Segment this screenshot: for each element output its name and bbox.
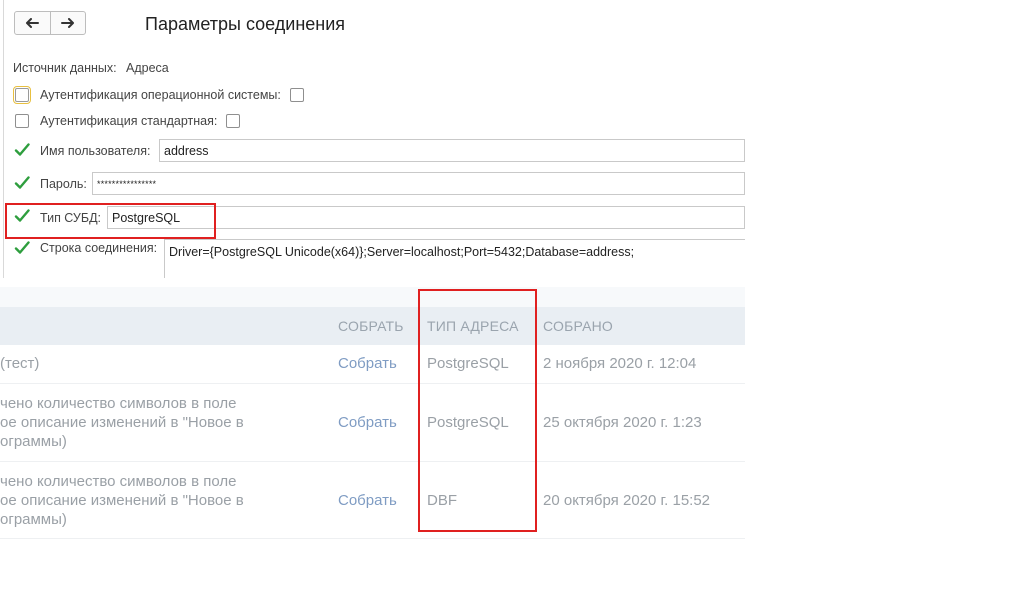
column-header-collected[interactable]: СОБРАНО xyxy=(543,318,613,334)
username-enable-checkbox[interactable] xyxy=(14,142,30,158)
collect-link[interactable]: Собрать xyxy=(338,491,397,510)
data-source-label: Источник данных: xyxy=(13,61,117,75)
dialog-title: Параметры соединения xyxy=(145,14,346,34)
description-line: (тест) xyxy=(0,355,40,372)
connection-string-input[interactable]: Driver={PostgreSQL Unicode(x64)};Server=… xyxy=(164,239,745,278)
connection-string-enable-checkbox[interactable] xyxy=(14,240,30,256)
connection-parameters-dialog: Параметры соединения Источник данных: Ад… xyxy=(0,0,745,278)
table-panel-top xyxy=(0,287,745,307)
password-enable-checkbox[interactable] xyxy=(14,175,30,191)
arrow-left-icon xyxy=(25,18,40,28)
back-button[interactable] xyxy=(15,12,50,34)
os-auth-checkbox[interactable] xyxy=(290,88,304,102)
password-label: Пароль: xyxy=(40,177,87,191)
description-line: ограммы) xyxy=(0,433,67,450)
description-line: чено количество символов в поле xyxy=(0,473,237,490)
std-auth-checkbox[interactable] xyxy=(226,114,240,128)
os-auth-enable-checkbox[interactable] xyxy=(13,86,31,104)
collect-link[interactable]: Собрать xyxy=(338,354,397,373)
address-type-column-highlight xyxy=(418,289,537,532)
description-line: ограммы) xyxy=(0,511,67,528)
column-header-collect[interactable]: СОБРАТЬ xyxy=(338,318,404,334)
std-auth-label: Аутентификация стандартная: xyxy=(40,114,218,128)
left-border xyxy=(3,0,4,278)
row-divider xyxy=(0,383,745,384)
username-input[interactable]: address xyxy=(159,139,745,162)
forward-button[interactable] xyxy=(49,12,86,34)
table-row-2-description: чено количество символов в поле ое описа… xyxy=(0,394,244,451)
navigation-buttons xyxy=(14,11,86,35)
os-auth-label: Аутентификация операционной системы: xyxy=(40,88,281,102)
table-row-3-description: чено количество символов в поле ое описа… xyxy=(0,472,244,529)
data-source-value: Адреса xyxy=(126,61,169,75)
row-divider xyxy=(0,461,745,462)
row-divider xyxy=(0,538,745,539)
std-auth-enable-checkbox[interactable] xyxy=(15,114,29,128)
table-row-1-description: (тест) xyxy=(0,354,39,373)
connection-string-label: Строка соединения: xyxy=(40,241,158,255)
username-label: Имя пользователя: xyxy=(40,144,151,158)
description-line: ое описание изменений в "Новое в xyxy=(0,492,244,509)
dbms-type-highlight xyxy=(5,203,216,239)
collected-date-cell: 2 ноября 2020 г. 12:04 xyxy=(543,355,697,372)
checkmark-icon xyxy=(14,142,30,158)
collected-date-cell: 20 октября 2020 г. 15:52 xyxy=(543,492,711,509)
collect-link[interactable]: Собрать xyxy=(338,413,397,432)
arrow-right-icon xyxy=(60,18,75,28)
password-input[interactable]: **************** xyxy=(92,172,745,195)
checkmark-icon xyxy=(14,175,30,191)
checkmark-icon xyxy=(14,240,30,256)
collected-date-cell: 25 октября 2020 г. 1:23 xyxy=(543,414,702,431)
description-line: ое описание изменений в "Новое в xyxy=(0,414,244,431)
description-line: чено количество символов в поле xyxy=(0,395,237,412)
